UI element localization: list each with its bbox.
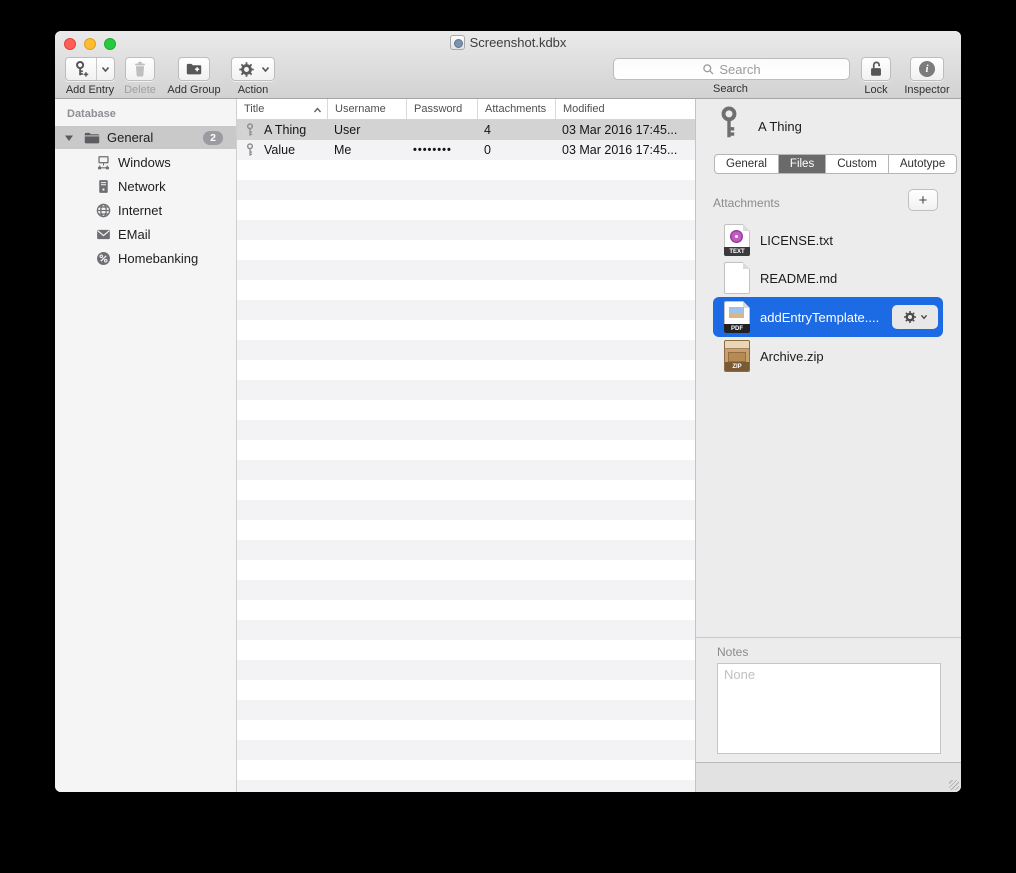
attachment-action-button[interactable]: [892, 305, 938, 329]
action-dropdown-arrow: [261, 58, 274, 80]
tab-files[interactable]: Files: [778, 155, 825, 173]
disclosure-triangle-icon[interactable]: [63, 130, 75, 145]
group-sidebar: Database General 2: [55, 99, 237, 792]
sidebar-item-internet[interactable]: Internet: [55, 198, 236, 222]
attachment-addentrytemplate-pdf[interactable]: PDF addEntryTemplate....: [713, 297, 943, 337]
folder-plus-icon: [185, 60, 203, 78]
notes-label: Notes: [717, 645, 748, 659]
attachments-label: Attachments: [713, 196, 780, 210]
attachment-license-txt[interactable]: TEXT LICENSE.txt: [713, 221, 943, 259]
notes-textarea[interactable]: [717, 663, 941, 754]
title-bar[interactable]: Screenshot.kdbx: [55, 31, 961, 56]
key-plus-icon: [66, 58, 96, 80]
column-header-attachments[interactable]: Attachments: [477, 99, 555, 119]
add-entry-label: Add Entry: [66, 84, 114, 96]
zip-file-icon: ZIP: [724, 340, 750, 372]
inspector-button[interactable]: i: [910, 57, 944, 81]
globe-icon: [95, 202, 112, 219]
inspector-label: Inspector: [904, 84, 949, 96]
sidebar-group-general[interactable]: General 2: [55, 126, 236, 149]
info-icon: i: [919, 61, 935, 77]
entry-table: Title Username Password Attachments Modi…: [237, 99, 695, 792]
inspector-tab-bar: General Files Custom Autotype: [714, 154, 957, 174]
document-proxy-icon[interactable]: [450, 35, 465, 50]
column-header-password[interactable]: Password: [406, 99, 477, 119]
lock-button[interactable]: [861, 57, 891, 81]
window-resize-grip[interactable]: [949, 780, 959, 790]
add-group-button[interactable]: [178, 57, 210, 81]
tab-general[interactable]: General: [715, 155, 778, 173]
action-button[interactable]: [231, 57, 275, 81]
sidebar-item-email[interactable]: EMail: [55, 222, 236, 246]
txt-file-icon: TEXT: [724, 224, 750, 256]
search-input[interactable]: [613, 58, 850, 80]
search-label: Search: [713, 83, 748, 95]
percent-icon: [95, 250, 112, 267]
table-body: A Thing User 4 03 Mar 2016 17:45...: [237, 120, 695, 792]
pdf-file-icon: PDF: [724, 301, 750, 333]
delete-label: Delete: [124, 84, 156, 96]
key-icon: [244, 143, 256, 157]
add-entry-button[interactable]: [65, 57, 115, 81]
entry-row-value[interactable]: Value Me •••••••• 0 03 Mar 2016 17:45...: [237, 140, 695, 160]
sidebar-item-network[interactable]: Network: [55, 174, 236, 198]
key-icon: [244, 123, 256, 137]
window-header: Screenshot.kdbx: [55, 31, 961, 99]
sidebar-item-homebanking[interactable]: Homebanking: [55, 246, 236, 270]
lock-label: Lock: [864, 84, 887, 96]
desktop-background: Screenshot.kdbx: [0, 0, 1016, 873]
unlocked-padlock-icon: [867, 60, 885, 78]
database-section-header: Database: [67, 108, 116, 120]
table-header: Title Username Password Attachments Modi…: [237, 99, 695, 120]
column-header-username[interactable]: Username: [327, 99, 406, 119]
trash-icon: [131, 60, 149, 78]
action-label: Action: [238, 84, 269, 96]
chevron-down-icon: [920, 314, 928, 320]
tab-autotype[interactable]: Autotype: [888, 155, 956, 173]
add-group-label: Add Group: [167, 84, 220, 96]
workstation-network-icon: [95, 154, 112, 171]
notes-divider: [696, 637, 961, 638]
add-attachment-button[interactable]: +: [908, 189, 938, 211]
sidebar-group-label: General: [107, 130, 153, 145]
sort-ascending-icon: [313, 105, 322, 117]
server-icon: [95, 178, 112, 195]
inspector-panel: A Thing General Files Custom Autotype At…: [695, 99, 961, 792]
app-window: Screenshot.kdbx: [55, 31, 961, 792]
column-header-modified[interactable]: Modified: [555, 99, 695, 119]
attachment-list: TEXT LICENSE.txt README.md PDF: [713, 221, 943, 375]
entry-row-a-thing[interactable]: A Thing User 4 03 Mar 2016 17:45...: [237, 120, 695, 140]
folder-icon: [83, 129, 101, 147]
attachment-readme-md[interactable]: README.md: [713, 259, 943, 297]
column-header-title[interactable]: Title: [237, 99, 327, 119]
inspector-footer: [696, 762, 961, 792]
inspector-entry-title: A Thing: [758, 119, 802, 134]
delete-button[interactable]: [125, 57, 155, 81]
md-file-icon: [724, 262, 750, 294]
sidebar-item-windows[interactable]: Windows: [55, 150, 236, 174]
attachment-archive-zip[interactable]: ZIP Archive.zip: [713, 337, 943, 375]
entry-key-icon: [716, 106, 742, 140]
window-title: Screenshot.kdbx: [470, 35, 567, 50]
envelope-icon: [95, 226, 112, 243]
entry-count-badge: 2: [203, 131, 223, 145]
tab-custom[interactable]: Custom: [825, 155, 888, 173]
gear-icon: [232, 58, 261, 80]
